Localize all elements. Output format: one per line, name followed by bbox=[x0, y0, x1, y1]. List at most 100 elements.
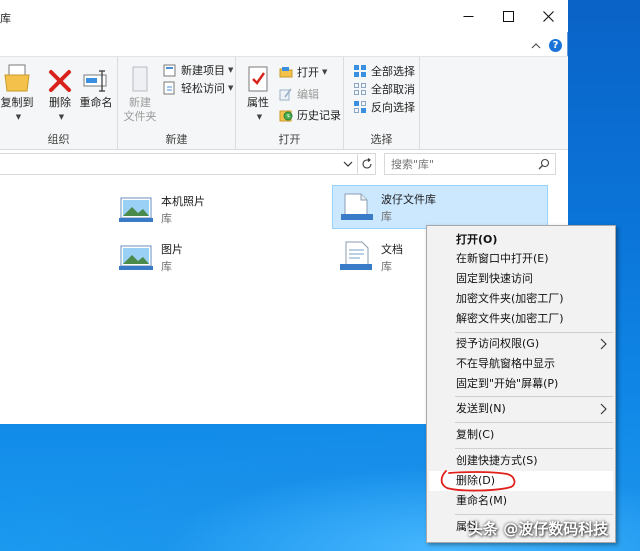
chevron-down-icon: ▼ bbox=[228, 84, 234, 92]
edit-label: 编辑 bbox=[297, 88, 319, 101]
open-label: 打开 bbox=[297, 66, 319, 79]
library-type: 库 bbox=[381, 210, 392, 223]
new-folder-label-line1: 新建 bbox=[129, 96, 151, 109]
easy-access-label: 轻松访问 bbox=[181, 82, 225, 95]
copy-to-icon bbox=[2, 61, 32, 93]
chevron-right-icon bbox=[600, 403, 607, 415]
ctx-delete[interactable]: 删除(D) bbox=[429, 471, 613, 491]
select-none-icon bbox=[352, 81, 368, 97]
search-input[interactable] bbox=[391, 157, 531, 172]
ctx-grant-access[interactable]: 授予访问权限(G) bbox=[429, 334, 613, 354]
ctx-send-to[interactable]: 发送到(N) bbox=[429, 399, 613, 419]
library-name: 波仔文件库 bbox=[381, 193, 436, 206]
ribbon-group-select: 全部选择 全部取消 反向选择 选择 bbox=[344, 57, 420, 151]
select-none-button[interactable]: 全部取消 bbox=[352, 80, 415, 98]
select-none-label: 全部取消 bbox=[371, 83, 415, 96]
minimize-button[interactable] bbox=[448, 0, 488, 32]
library-item[interactable]: 本机照片 库 bbox=[118, 188, 334, 232]
chevron-down-icon: ▼ bbox=[256, 113, 263, 121]
chevron-right-icon bbox=[600, 338, 607, 350]
edit-button[interactable]: 编辑 bbox=[278, 85, 319, 103]
chevron-down-icon: ▼ bbox=[228, 66, 234, 74]
delete-x-icon bbox=[45, 61, 75, 93]
ribbon-group-open: 属性 ▼ 打开 ▼ 编辑 历史记录 打开 bbox=[236, 57, 344, 151]
ctx-send-to-label: 发送到(N) bbox=[456, 402, 506, 415]
ribbon-group-organize: 复制到 ▼ 删除 ▼ 重命名 组织 bbox=[0, 57, 118, 151]
new-item-icon bbox=[162, 62, 178, 78]
ctx-hide-nav-pane[interactable]: 不在导航窗格中显示 bbox=[429, 354, 613, 374]
refresh-button[interactable] bbox=[358, 153, 376, 175]
new-folder-button[interactable]: 新建 文件夹 bbox=[120, 61, 160, 124]
ctx-separator bbox=[455, 396, 613, 397]
new-group-label: 新建 bbox=[165, 133, 188, 146]
new-item-label: 新建项目 bbox=[181, 64, 225, 77]
context-menu: 打开(O) 在新窗口中打开(E) 固定到快速访问 加密文件夹(加密工厂) 解密文… bbox=[426, 225, 616, 543]
library-type: 库 bbox=[161, 212, 172, 225]
chevron-up-icon bbox=[531, 42, 541, 48]
ctx-pin-start[interactable]: 固定到"开始"屏幕(P) bbox=[429, 374, 613, 394]
address-bar[interactable] bbox=[0, 153, 358, 175]
library-name: 图片 bbox=[161, 243, 183, 256]
chevron-down-icon: ▼ bbox=[322, 68, 328, 76]
delete-label: 删除 bbox=[49, 96, 71, 109]
search-box[interactable] bbox=[384, 153, 556, 175]
library-name: 本机照片 bbox=[161, 195, 205, 208]
new-item-button[interactable]: 新建项目 ▼ bbox=[162, 61, 233, 79]
ctx-open[interactable]: 打开(O) bbox=[429, 230, 613, 250]
select-all-icon bbox=[352, 63, 368, 79]
chevron-down-icon bbox=[343, 161, 353, 167]
library-type: 库 bbox=[161, 260, 172, 273]
delete-button[interactable]: 删除 ▼ bbox=[44, 61, 76, 124]
new-folder-icon bbox=[125, 61, 155, 93]
navigation-bar bbox=[0, 150, 568, 178]
invert-selection-icon bbox=[352, 99, 368, 115]
library-item[interactable]: 图片 库 bbox=[118, 236, 334, 280]
rename-button[interactable]: 重命名 bbox=[78, 61, 114, 110]
library-item-selected[interactable]: 波仔文件库 库 bbox=[332, 185, 548, 229]
maximize-button[interactable] bbox=[488, 0, 528, 32]
ctx-open-new-window[interactable]: 在新窗口中打开(E) bbox=[429, 249, 613, 269]
title-bar: 库 bbox=[0, 0, 568, 32]
close-button[interactable] bbox=[528, 0, 568, 32]
history-icon bbox=[278, 107, 294, 123]
window-title: 库 bbox=[0, 12, 11, 25]
open-group-label: 打开 bbox=[278, 133, 301, 146]
rename-icon bbox=[81, 61, 111, 93]
easy-access-button[interactable]: 轻松访问 ▼ bbox=[162, 79, 233, 97]
copy-to-button[interactable]: 复制到 ▼ bbox=[0, 61, 34, 124]
properties-button[interactable]: 属性 ▼ bbox=[244, 61, 272, 124]
library-icon bbox=[341, 193, 373, 220]
ctx-create-shortcut[interactable]: 创建快捷方式(S) bbox=[429, 451, 613, 471]
refresh-icon bbox=[361, 158, 372, 169]
search-icon bbox=[538, 158, 550, 170]
library-name: 文档 bbox=[381, 243, 403, 256]
copy-to-label: 复制到 bbox=[0, 96, 34, 109]
help-button[interactable]: ? bbox=[549, 38, 562, 52]
open-button[interactable]: 打开 ▼ bbox=[278, 63, 327, 81]
ctx-rename[interactable]: 重命名(M) bbox=[429, 491, 613, 511]
edit-icon bbox=[278, 86, 294, 102]
ctx-separator bbox=[455, 448, 613, 449]
select-all-button[interactable]: 全部选择 bbox=[352, 62, 415, 80]
rename-label: 重命名 bbox=[79, 96, 113, 109]
invert-selection-button[interactable]: 反向选择 bbox=[352, 98, 415, 116]
address-dropdown-button[interactable] bbox=[343, 158, 353, 170]
ctx-encrypt-folder[interactable]: 加密文件夹(加密工厂) bbox=[429, 289, 613, 309]
minimize-icon bbox=[463, 15, 473, 17]
easy-access-icon bbox=[162, 80, 178, 96]
pictures-library-icon bbox=[119, 245, 153, 270]
ctx-grant-access-label: 授予访问权限(G) bbox=[456, 337, 540, 350]
documents-library-icon bbox=[340, 241, 372, 270]
history-button[interactable]: 历史记录 bbox=[278, 106, 341, 124]
ribbon: 复制到 ▼ 删除 ▼ 重命名 组织 新建 文件夹 新建项目 ▼ 轻松访问 ▼ 新… bbox=[0, 56, 568, 151]
chevron-down-icon: ▼ bbox=[58, 113, 65, 121]
ctx-decrypt-folder[interactable]: 解密文件夹(加密工厂) bbox=[429, 309, 613, 329]
close-icon bbox=[542, 10, 554, 22]
ctx-copy[interactable]: 复制(C) bbox=[429, 425, 613, 445]
collapse-ribbon-button[interactable] bbox=[529, 38, 543, 52]
invert-selection-label: 反向选择 bbox=[371, 101, 415, 114]
ctx-pin-quick-access[interactable]: 固定到快速访问 bbox=[429, 269, 613, 289]
new-folder-label-line2: 文件夹 bbox=[123, 110, 157, 123]
properties-icon bbox=[243, 61, 273, 93]
maximize-icon bbox=[502, 10, 514, 22]
